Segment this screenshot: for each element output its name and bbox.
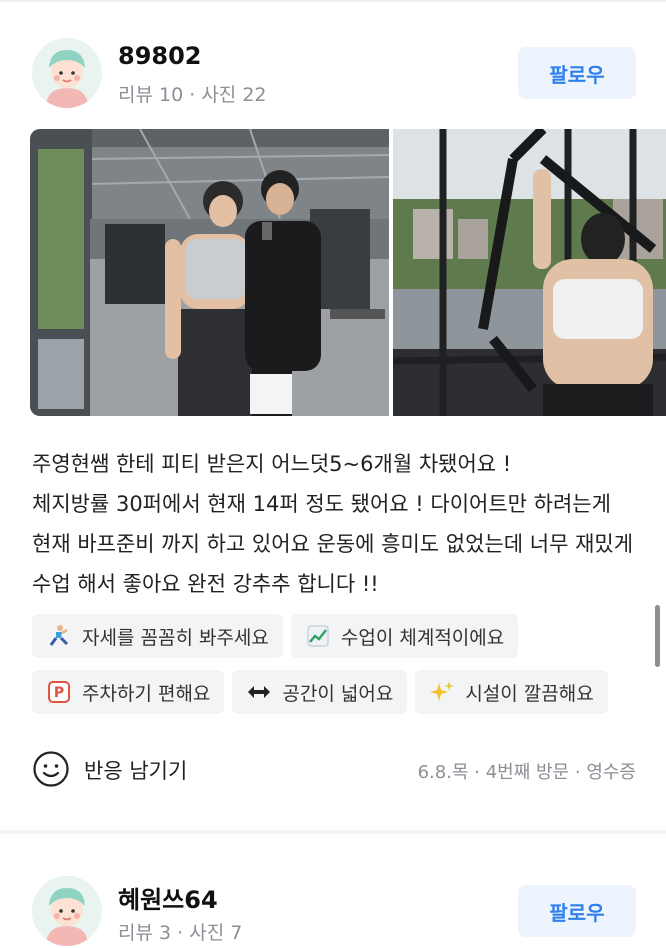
visit-meta: 6.8.목 · 4번째 방문 · 영수증 xyxy=(418,758,636,784)
review-count: 리뷰 3 xyxy=(118,922,172,944)
user-meta: 리뷰 10 · 사진 22 xyxy=(118,80,267,107)
react-button[interactable]: 반응 남기기 xyxy=(84,755,187,785)
meta-dot: · xyxy=(574,762,587,783)
review-photo[interactable] xyxy=(30,129,389,416)
tag-label: 시설이 깔끔해요 xyxy=(465,682,594,705)
photo-gallery[interactable] xyxy=(30,129,666,416)
review-header: 89802 리뷰 10 · 사진 22 팔로우 xyxy=(32,38,636,110)
meta-dot: · xyxy=(474,762,486,783)
left-right-arrow-icon xyxy=(246,679,272,705)
review-tag: 공간이 넓어요 xyxy=(232,670,408,714)
top-divider xyxy=(0,0,666,2)
review-tag: 자세를 꼼꼼히 봐주세요 xyxy=(32,614,283,658)
section-divider xyxy=(0,830,666,834)
follow-button[interactable]: 팔로우 xyxy=(518,885,636,937)
follow-button[interactable]: 팔로우 xyxy=(518,47,636,99)
tag-row: P 주차하기 편해요 공간이 넓어요 시설이 깔끔해요 xyxy=(32,670,608,714)
review-tag: 시설이 깔끔해요 xyxy=(415,670,608,714)
chart-increasing-icon xyxy=(305,623,331,649)
parking-icon: P xyxy=(46,679,72,705)
user-meta: 리뷰 3 · 사진 7 xyxy=(118,918,242,945)
review-text[interactable]: 주영현쌤 한테 피티 받은지 어느덧5~6개월 차됐어요 ! 체지방률 30퍼에… xyxy=(32,444,642,604)
tag-label: 자세를 꼼꼼히 봐주세요 xyxy=(82,626,269,649)
review-header: 혜원쓰64 리뷰 3 · 사진 7 팔로우 xyxy=(32,876,636,948)
svg-text:P: P xyxy=(54,685,64,701)
smile-icon[interactable] xyxy=(32,750,70,788)
review-count: 리뷰 10 xyxy=(118,84,184,106)
review-tag: P 주차하기 편해요 xyxy=(32,670,225,714)
user-name[interactable]: 89802 xyxy=(118,42,202,70)
photo-count: 사진 7 xyxy=(189,922,243,944)
visit-date: 6.8.목 xyxy=(417,762,469,783)
avatar[interactable] xyxy=(32,38,102,108)
review-tag: 수업이 체계적이에요 xyxy=(290,614,519,658)
meta-dot: · xyxy=(189,84,202,106)
visit-proof: 영수증 xyxy=(586,762,636,783)
tag-row: 자세를 꼼꼼히 봐주세요 수업이 체계적이에요 xyxy=(32,614,519,658)
scrollbar[interactable] xyxy=(655,605,660,667)
review-photo[interactable] xyxy=(393,129,666,416)
avatar[interactable] xyxy=(32,876,102,946)
photo-count: 사진 22 xyxy=(201,84,267,106)
tag-label: 수업이 체계적이에요 xyxy=(340,626,505,649)
tag-label: 주차하기 편해요 xyxy=(82,682,211,705)
sparkles-icon xyxy=(429,679,455,705)
user-name[interactable]: 혜원쓰64 xyxy=(118,880,218,915)
visit-count: 4번째 방문 xyxy=(485,762,570,783)
review-footer: 반응 남기기 6.8.목 · 4번째 방문 · 영수증 xyxy=(32,748,636,794)
tag-label: 공간이 넓어요 xyxy=(282,682,394,705)
meta-dot: · xyxy=(177,922,190,944)
person-stretching-icon xyxy=(46,623,72,649)
